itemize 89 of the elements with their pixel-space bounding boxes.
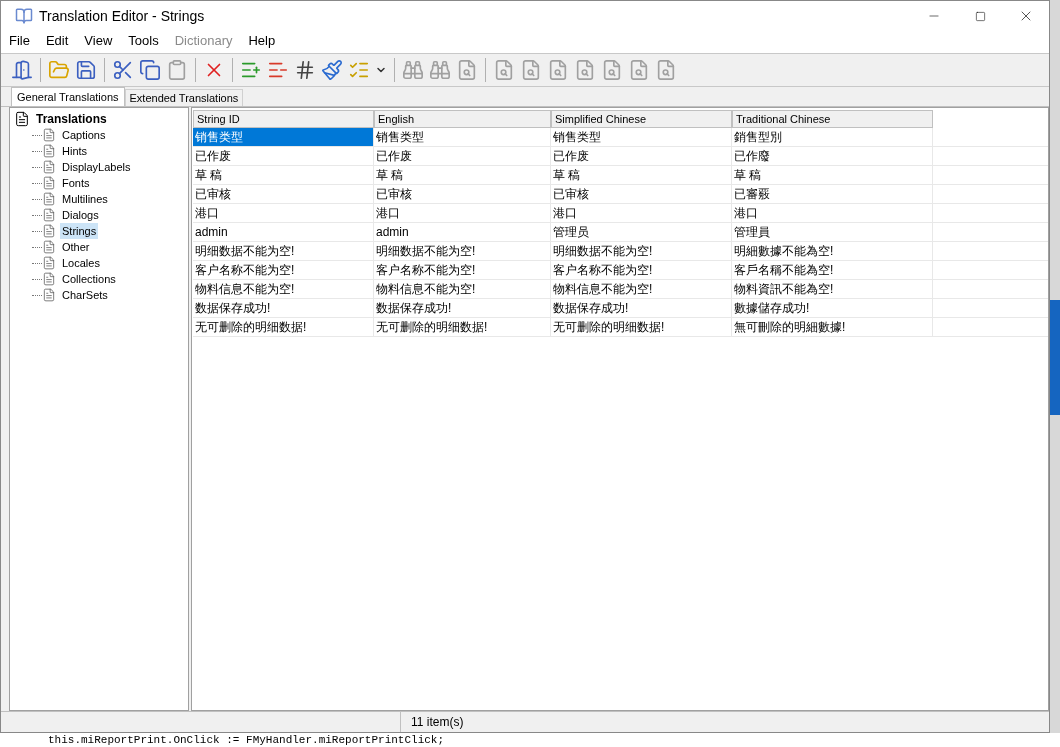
table-cell: 無可刪除的明細數據!	[732, 318, 933, 336]
document-icon	[42, 224, 56, 238]
brush-icon[interactable]	[321, 59, 343, 81]
document-icon	[42, 176, 56, 190]
document-icon	[42, 160, 56, 174]
table-cell: 数据保存成功!	[551, 299, 732, 317]
table-cell: 销售类型	[193, 128, 374, 146]
table-cell: 客戶名稱不能為空!	[732, 261, 933, 279]
document-icon	[42, 144, 56, 158]
menu-item[interactable]: Help	[248, 31, 276, 51]
table-cell: 草 稿	[193, 166, 374, 184]
document-icon	[42, 208, 56, 222]
table-cell: 销售类型	[374, 128, 551, 146]
menu-item[interactable]: Edit	[45, 31, 69, 51]
tree-item[interactable]: Hints	[60, 142, 90, 160]
table-cell: 已审核	[374, 185, 551, 203]
table-cell: 客户名称不能为空!	[551, 261, 732, 279]
table-cell: 物料信息不能为空!	[551, 280, 732, 298]
table-cell: 已作废	[193, 147, 374, 165]
table-cell: 港口	[732, 204, 933, 222]
column-header[interactable]: English	[374, 110, 551, 128]
table-cell: 數據儲存成功!	[732, 299, 933, 317]
door-icon[interactable]	[11, 59, 33, 81]
tree-item[interactable]: Translations	[36, 110, 107, 128]
document-icon	[42, 256, 56, 270]
tab[interactable]: Extended Translations	[124, 89, 244, 106]
document-icon	[42, 272, 56, 286]
table-cell: 管理员	[551, 223, 732, 241]
table-cell: 客户名称不能为空!	[374, 261, 551, 279]
copy-icon[interactable]	[139, 59, 161, 81]
tree-item[interactable]: DisplayLabels	[60, 158, 133, 176]
table-cell: 草 稿	[732, 166, 933, 184]
status-text: 11 item(s)	[411, 714, 464, 731]
column-header[interactable]: Traditional Chinese	[732, 110, 933, 128]
table-cell: 无可删除的明细数据!	[551, 318, 732, 336]
table-cell: 已作廢	[732, 147, 933, 165]
column-header[interactable]: Simplified Chinese	[551, 110, 732, 128]
table-cell: 数据保存成功!	[193, 299, 374, 317]
table-cell: 物料資訊不能為空!	[732, 280, 933, 298]
app-icon	[15, 7, 33, 25]
background-code-line: this.miReportPrint.OnClick := FMyHandler.miReportPrintClick;	[48, 734, 445, 746]
tab[interactable]: General Translations	[11, 87, 125, 106]
table-cell: 銷售型別	[732, 128, 933, 146]
table-cell: 草 稿	[551, 166, 732, 184]
table-cell: 已审核	[193, 185, 374, 203]
column-header[interactable]: String ID	[193, 110, 374, 128]
table-cell: 港口	[374, 204, 551, 222]
document-icon	[42, 192, 56, 206]
table-cell: 物料信息不能为空!	[193, 280, 374, 298]
tree-item[interactable]: Locales	[60, 254, 102, 272]
document-icon	[42, 288, 56, 302]
table-cell: 无可删除的明细数据!	[374, 318, 551, 336]
folder-icon[interactable]	[48, 59, 70, 81]
table-cell: 物料信息不能为空!	[374, 280, 551, 298]
table-cell: admin	[374, 223, 551, 241]
tree-item[interactable]: Captions	[60, 126, 108, 144]
tree-item[interactable]: CharSets	[60, 286, 110, 304]
menu-item[interactable]: View	[84, 31, 113, 51]
table-cell: 已審覈	[732, 185, 933, 203]
tree-item[interactable]: Dialogs	[60, 206, 101, 224]
maximize-icon	[974, 10, 986, 22]
window-title: Translation Editor - Strings	[39, 6, 205, 26]
table-cell: 明细数据不能为空!	[193, 242, 374, 260]
document-icon	[42, 240, 56, 254]
table-cell: 明细数据不能为空!	[374, 242, 551, 260]
table-cell: 销售类型	[551, 128, 732, 146]
table-cell: 港口	[551, 204, 732, 222]
table-cell: 已作废	[551, 147, 732, 165]
hash-icon[interactable]	[294, 59, 316, 81]
table-cell: 已作废	[374, 147, 551, 165]
table-cell: 无可删除的明细数据!	[193, 318, 374, 336]
tree-item[interactable]: Strings	[60, 222, 99, 240]
table-cell: admin	[193, 223, 374, 241]
table-cell: 客户名称不能为空!	[193, 261, 374, 279]
tree-item[interactable]: Multilines	[60, 190, 110, 208]
menu-item[interactable]: File	[9, 31, 30, 51]
tree-item[interactable]: Collections	[60, 270, 118, 288]
table-cell: 已审核	[551, 185, 732, 203]
menu-item[interactable]: Tools	[128, 31, 159, 51]
table-cell: 数据保存成功!	[374, 299, 551, 317]
table-cell: 管理員	[732, 223, 933, 241]
tree-item[interactable]: Other	[60, 238, 92, 256]
table-cell: 明細數據不能為空!	[732, 242, 933, 260]
tree-item[interactable]: Fonts	[60, 174, 92, 192]
scissors-icon[interactable]	[112, 59, 134, 81]
document-icon	[42, 128, 56, 142]
table-cell: 港口	[193, 204, 374, 222]
table-cell: 明细数据不能为空!	[551, 242, 732, 260]
table-cell: 草 稿	[374, 166, 551, 184]
